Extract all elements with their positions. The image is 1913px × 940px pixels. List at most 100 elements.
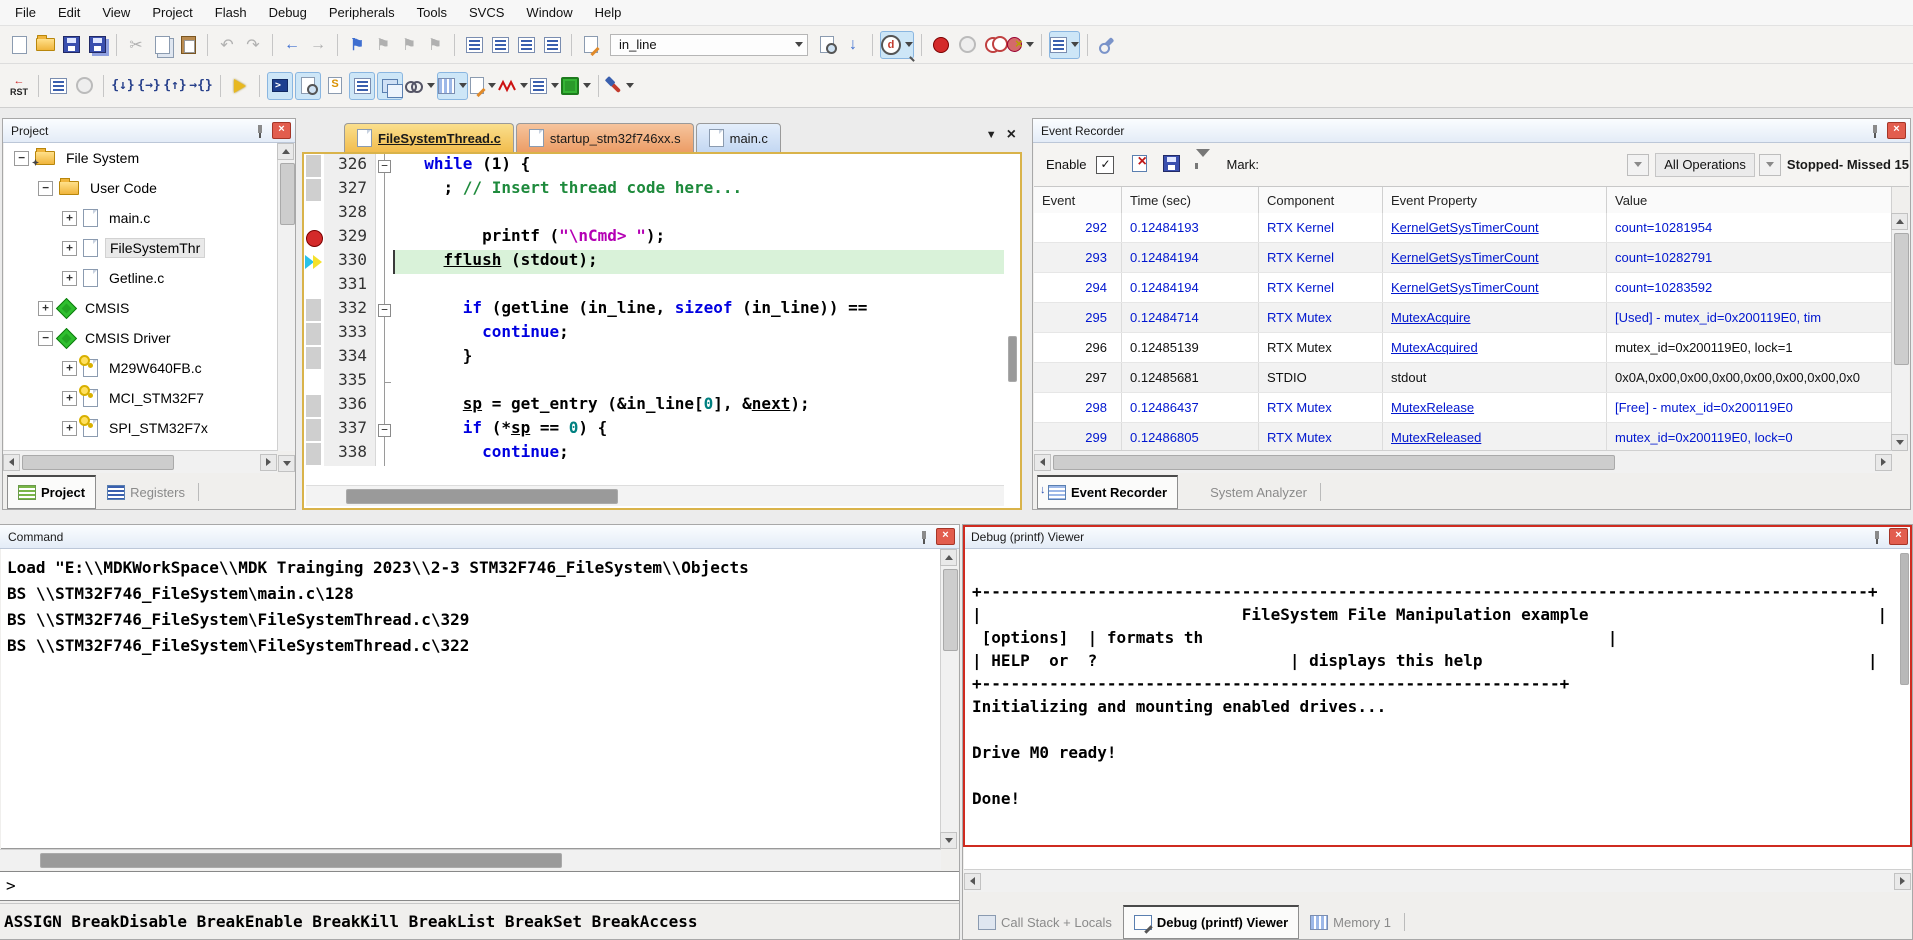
fold-column[interactable] <box>376 346 393 370</box>
tree-item-file-system[interactable]: −File System <box>4 143 277 173</box>
fold-column[interactable] <box>376 274 393 298</box>
enable-checkbox[interactable]: ✓ <box>1096 156 1114 174</box>
step-into-button[interactable]: {↓} <box>111 73 135 99</box>
column-event-property[interactable]: Event Property <box>1383 187 1607 213</box>
toggle-breakpoint-button[interactable] <box>929 32 953 58</box>
chevron-down-icon[interactable] <box>520 83 528 88</box>
gutter-cell[interactable] <box>304 274 324 298</box>
tree-item-main-c[interactable]: +main.c <box>4 203 277 233</box>
scrollbar-thumb[interactable] <box>1894 233 1909 365</box>
registers-window-button[interactable] <box>349 72 375 100</box>
tree-expander-icon[interactable]: + <box>62 391 77 406</box>
code-line-336[interactable]: 336 sp = get_entry (&in_line[0], &next); <box>304 394 1004 418</box>
flash-download-button[interactable]: ↓ <box>841 32 865 58</box>
code-line-337[interactable]: 337− if (*sp == 0) { <box>304 418 1004 442</box>
menu-item-debug[interactable]: Debug <box>258 5 318 20</box>
serial-windows-button[interactable] <box>470 73 496 99</box>
redo-button[interactable]: ↷ <box>241 32 265 58</box>
event-row-298[interactable]: 2980.12486437RTX MutexMutexRelease[Free]… <box>1034 393 1892 423</box>
close-icon[interactable]: × <box>936 528 955 545</box>
scroll-up-button[interactable] <box>1891 213 1908 230</box>
save-events-button[interactable] <box>1163 155 1180 175</box>
show-next-statement-button[interactable] <box>228 73 252 99</box>
code-line-329[interactable]: 329 printf ("\nCmd> "); <box>304 226 1004 250</box>
tab-debug-printf-viewer[interactable]: Debug (printf) Viewer <box>1123 905 1299 939</box>
scroll-up-button[interactable] <box>940 549 957 566</box>
cut-button[interactable]: ✂ <box>124 32 148 58</box>
event-row-295[interactable]: 2950.12484714RTX MutexMutexAcquire[Used]… <box>1034 303 1892 333</box>
code-line-327[interactable]: 327 ; // Insert thread code here... <box>304 178 1004 202</box>
event-row-296[interactable]: 2960.12485139RTX MutexMutexAcquiredmutex… <box>1034 333 1892 363</box>
tree-item-cmsis[interactable]: +CMSIS <box>4 293 277 323</box>
column-time[interactable]: Time (sec) <box>1122 187 1259 213</box>
gutter-cell[interactable] <box>304 322 324 346</box>
chevron-down-icon[interactable] <box>551 83 559 88</box>
tree-item-m29w640fb-c[interactable]: +M29W640FB.c <box>4 353 277 383</box>
unindent-button[interactable] <box>488 32 512 58</box>
show-project-window-button[interactable] <box>1049 31 1080 59</box>
scroll-down-button[interactable] <box>1891 434 1908 451</box>
menu-item-edit[interactable]: Edit <box>47 5 91 20</box>
clear-events-button[interactable] <box>1132 155 1147 175</box>
copy-button[interactable] <box>150 32 174 58</box>
disable-all-breakpoints-button[interactable] <box>981 32 1005 58</box>
close-icon[interactable]: × <box>1889 528 1908 545</box>
watch-windows-button[interactable] <box>405 73 435 99</box>
tab-project[interactable]: Project <box>7 475 96 509</box>
filter-button[interactable] <box>1196 157 1210 172</box>
scroll-left-button[interactable] <box>3 454 20 471</box>
scroll-right-button[interactable] <box>1894 873 1911 890</box>
call-stack-window-button[interactable] <box>377 72 403 100</box>
scrollbar-thumb[interactable] <box>1008 336 1017 382</box>
event-property-link[interactable]: MutexAcquire <box>1391 310 1470 325</box>
reset-button[interactable]: ←RST <box>7 73 31 99</box>
start-stop-debug-button[interactable]: d <box>880 31 914 59</box>
chevron-down-icon[interactable] <box>626 83 634 88</box>
tree-expander-icon[interactable]: + <box>62 361 77 376</box>
tree-expander-icon[interactable]: + <box>38 301 53 316</box>
fold-column[interactable] <box>376 202 393 226</box>
fold-column[interactable] <box>376 226 393 250</box>
event-property-link[interactable]: KernelGetSysTimerCount <box>1391 220 1539 235</box>
command-horizontal-scrollbar[interactable] <box>0 849 941 870</box>
tree-expander-icon[interactable]: − <box>38 181 53 196</box>
fold-collapse-icon[interactable]: − <box>378 160 391 173</box>
scroll-right-button[interactable] <box>260 454 277 471</box>
chevron-down-icon[interactable] <box>583 83 591 88</box>
fold-collapse-icon[interactable]: − <box>378 424 391 437</box>
clear-bookmarks-button[interactable]: ⚑ <box>423 32 447 58</box>
operations-dropdown[interactable] <box>1759 154 1781 176</box>
tree-expander-icon[interactable]: − <box>38 331 53 346</box>
scrollbar-thumb[interactable] <box>943 569 958 651</box>
trace-windows-button[interactable] <box>530 73 559 99</box>
project-horizontal-scrollbar[interactable] <box>3 450 277 473</box>
event-property-link[interactable]: KernelGetSysTimerCount <box>1391 250 1539 265</box>
insert-bookmark-button[interactable]: ⚑ <box>345 32 369 58</box>
code-editor[interactable]: 326− while (1) {327 ; // Insert thread c… <box>304 154 1004 486</box>
indent-button[interactable] <box>462 32 486 58</box>
menu-item-tools[interactable]: Tools <box>406 5 458 20</box>
save-button[interactable] <box>59 32 83 58</box>
chevron-down-icon[interactable] <box>488 83 496 88</box>
navigate-back-button[interactable]: ← <box>280 32 304 58</box>
analysis-windows-button[interactable] <box>498 73 528 99</box>
comment-button[interactable] <box>514 32 538 58</box>
event-property-link[interactable]: MutexAcquired <box>1391 340 1478 355</box>
tree-expander-icon[interactable]: + <box>62 421 77 436</box>
menu-item-svcs[interactable]: SVCS <box>458 5 515 20</box>
editor-tab-filesystemthread-c[interactable]: FileSystemThread.c <box>344 123 514 152</box>
tree-item-cmsis-driver[interactable]: −CMSIS Driver <box>4 323 277 353</box>
run-to-cursor-button[interactable]: →{} <box>189 73 213 99</box>
close-document-icon[interactable]: × <box>1007 126 1016 144</box>
new-file-button[interactable] <box>7 32 31 58</box>
chevron-down-icon[interactable] <box>795 42 803 47</box>
menu-item-help[interactable]: Help <box>584 5 633 20</box>
navigate-forward-button[interactable]: → <box>306 32 330 58</box>
disable-breakpoint-button[interactable] <box>955 32 979 58</box>
fold-column[interactable] <box>376 394 393 418</box>
gutter-cell[interactable] <box>304 226 324 250</box>
scroll-down-button[interactable] <box>940 832 957 849</box>
debug-viewer-output[interactable]: +---------------------------------------… <box>964 549 1911 869</box>
gutter-cell[interactable] <box>304 154 324 178</box>
menu-item-window[interactable]: Window <box>515 5 583 20</box>
